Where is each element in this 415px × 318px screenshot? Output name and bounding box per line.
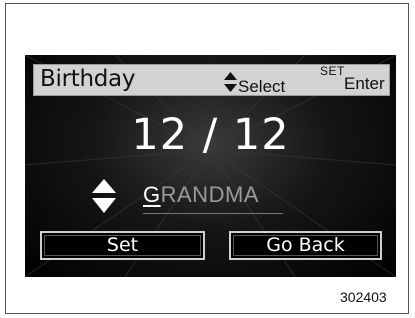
name-cursor-char: G	[143, 182, 161, 207]
header-bar: Birthday Select SET Enter	[33, 64, 390, 96]
up-down-arrow-icon	[224, 72, 237, 92]
go-back-button[interactable]: Go Back	[229, 231, 382, 260]
name-remaining-text: RANDMA	[160, 182, 259, 207]
select-hint-label: Select	[238, 77, 286, 96]
name-input-underline	[143, 213, 283, 214]
up-down-arrow-icon[interactable]	[92, 179, 116, 213]
set-button[interactable]: Set	[40, 231, 205, 260]
set-key-label: SET	[320, 64, 345, 78]
birthday-date-value[interactable]: 12 / 12	[25, 110, 396, 160]
enter-hint-label: Enter	[344, 74, 385, 93]
screen-title: Birthday	[40, 66, 136, 92]
display-screen: Birthday Select SET Enter 12 / 12 GRANDM…	[25, 55, 396, 277]
figure-number: 302403	[340, 289, 387, 305]
name-input[interactable]: GRANDMA	[143, 182, 259, 208]
